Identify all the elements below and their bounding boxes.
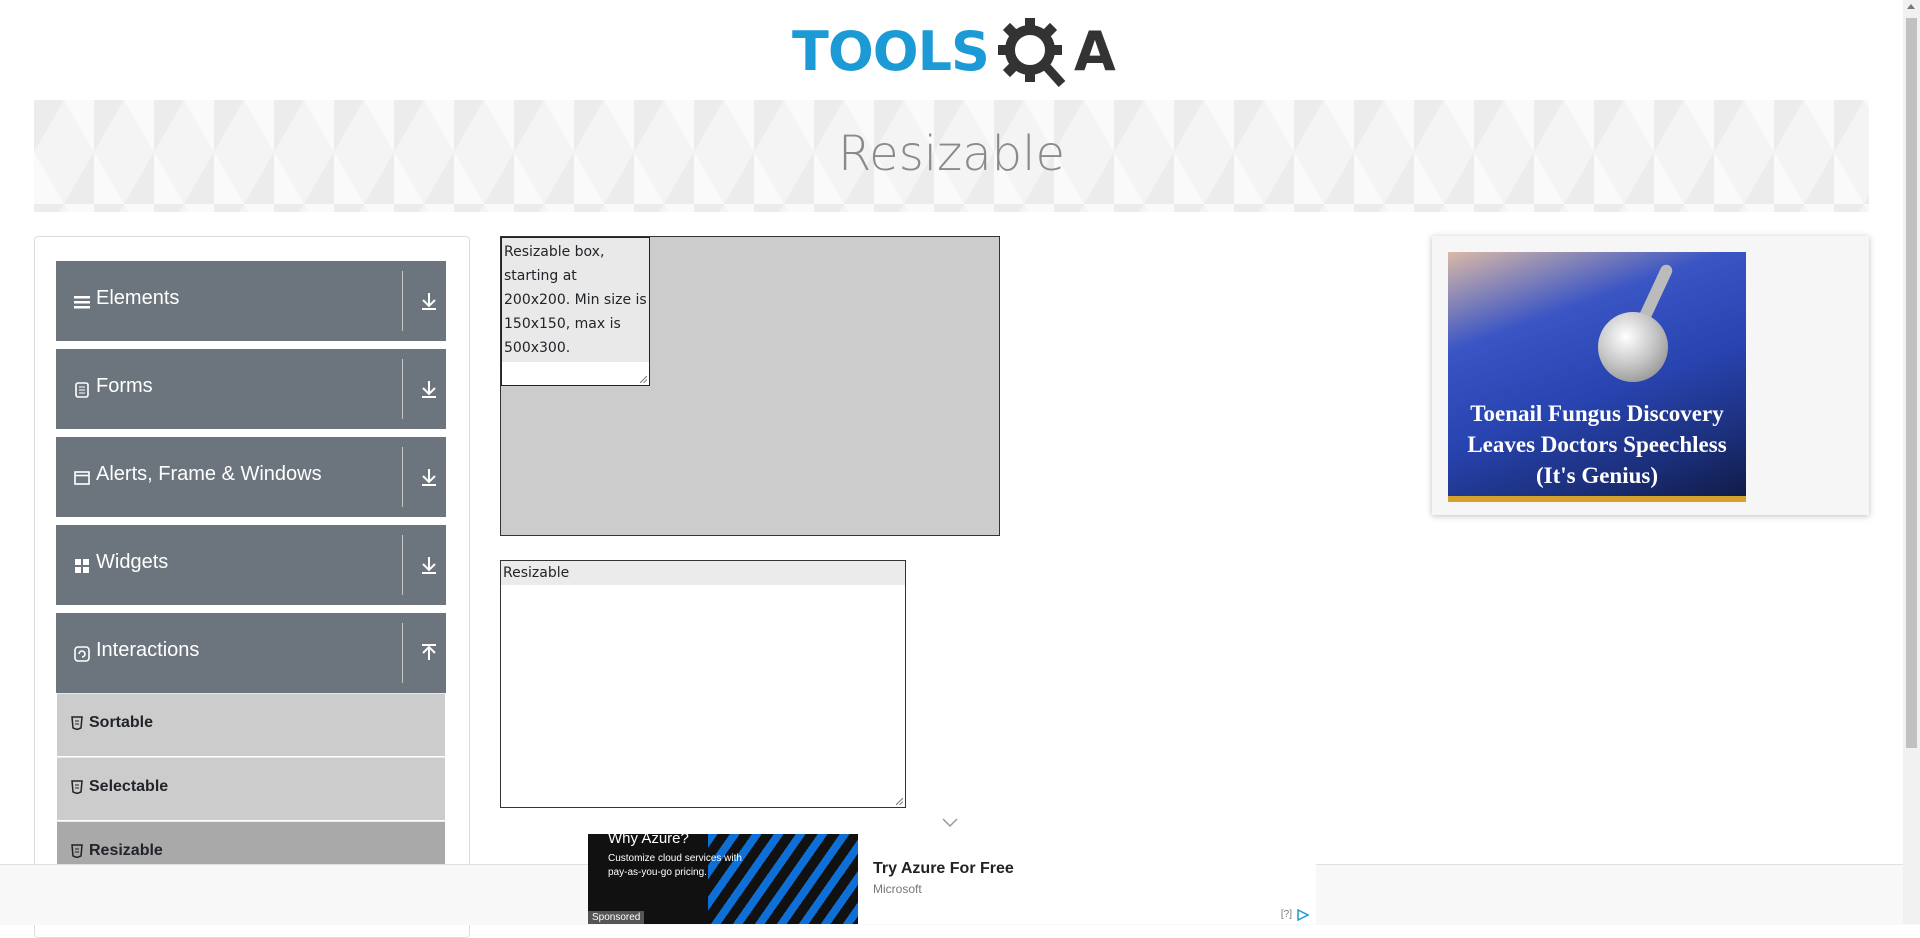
download-arrow-icon: [422, 381, 436, 398]
window-icon: [74, 471, 90, 485]
scroll-thumb[interactable]: [1906, 18, 1917, 748]
scroll-up-icon[interactable]: [1907, 4, 1915, 9]
sidebar-item-sortable[interactable]: Sortable: [57, 693, 445, 756]
group-header-interactions[interactable]: Interactions: [56, 613, 446, 693]
logo-text: TOOLS: [792, 20, 990, 83]
upload-arrow-icon: [422, 644, 436, 660]
hamburger-icon: [74, 296, 90, 309]
html5-icon: [71, 716, 83, 730]
divider: [402, 271, 403, 331]
ad-info-link[interactable]: [?]: [1281, 909, 1292, 920]
resizable-box-text: Resizable: [501, 561, 905, 585]
chevron-down-icon[interactable]: [942, 818, 958, 828]
download-arrow-icon: [422, 557, 436, 574]
group-label: Forms: [96, 375, 153, 397]
document-icon: [75, 382, 89, 398]
resizable-restriction-container: Resizable box, starting at 200x200. Min …: [500, 236, 1000, 536]
magnifier-gear-icon: [998, 18, 1066, 88]
left-nav-panel: Elements Forms Alerts, Frame & Windows W…: [34, 236, 470, 938]
resizable-box-free[interactable]: Resizable: [500, 560, 906, 808]
resize-handle-icon[interactable]: [896, 798, 903, 805]
toolsqa-logo[interactable]: TOOLS A: [792, 14, 1116, 92]
refresh-icon: [74, 646, 90, 662]
ad-image[interactable]: Toenail Fungus Discovery Leaves Doctors …: [1448, 252, 1746, 502]
ad-title[interactable]: Try Azure For Free: [873, 860, 1014, 878]
page-scrollbar[interactable]: [1903, 0, 1920, 924]
sponsored-label: Sponsored: [588, 911, 645, 924]
logo-a-text: A: [1074, 20, 1116, 83]
page-title: Resizable: [837, 126, 1065, 182]
divider: [402, 535, 403, 595]
sidebar-item-label: Selectable: [89, 778, 169, 795]
group-header-elements[interactable]: Elements: [56, 261, 446, 341]
group-header-forms[interactable]: Forms: [56, 349, 446, 429]
resizable-box-restricted[interactable]: Resizable box, starting at 200x200. Min …: [501, 237, 650, 386]
azure-ad-image[interactable]: Why Azure? Customize cloud services with…: [588, 834, 858, 924]
divider: [402, 447, 403, 507]
adchoices-icon[interactable]: [1296, 909, 1310, 921]
group-label: Widgets: [96, 551, 169, 573]
resize-handle-icon[interactable]: [640, 376, 647, 383]
download-arrow-icon: [422, 469, 436, 486]
ad-banner-right[interactable]: Toenail Fungus Discovery Leaves Doctors …: [1432, 236, 1869, 515]
ad-brand: Microsoft: [873, 882, 922, 896]
html5-icon: [71, 844, 83, 858]
ad-bar: [1448, 496, 1746, 502]
resizable-box-text: Resizable box, starting at 200x200. Min …: [502, 238, 649, 362]
ad-caption: Toenail Fungus Discovery Leaves Doctors …: [1467, 401, 1727, 488]
ad-banner-bottom[interactable]: Why Azure? Customize cloud services with…: [588, 834, 1316, 924]
logo-tools-text: TOOLS: [792, 20, 990, 83]
group-header-alerts[interactable]: Alerts, Frame & Windows: [56, 437, 446, 517]
sidebar-item-label: Sortable: [89, 714, 154, 731]
divider: [402, 623, 403, 683]
sidebar-item-selectable[interactable]: Selectable: [57, 757, 445, 820]
download-arrow-icon: [422, 293, 436, 310]
html5-icon: [71, 780, 83, 794]
spoon: [1598, 312, 1668, 382]
ad-image-heading: Why Azure?: [608, 834, 689, 847]
divider: [402, 359, 403, 419]
group-label: Elements: [96, 287, 180, 309]
ad-image-description: Customize cloud services with pay-as-you…: [608, 853, 742, 878]
group-label: Alerts, Frame & Windows: [96, 463, 322, 485]
page-banner: Resizable: [34, 100, 1869, 212]
group-label: Interactions: [96, 639, 200, 661]
group-header-widgets[interactable]: Widgets: [56, 525, 446, 605]
grid-icon: [75, 559, 89, 573]
sidebar-item-label: Resizable: [89, 842, 163, 859]
